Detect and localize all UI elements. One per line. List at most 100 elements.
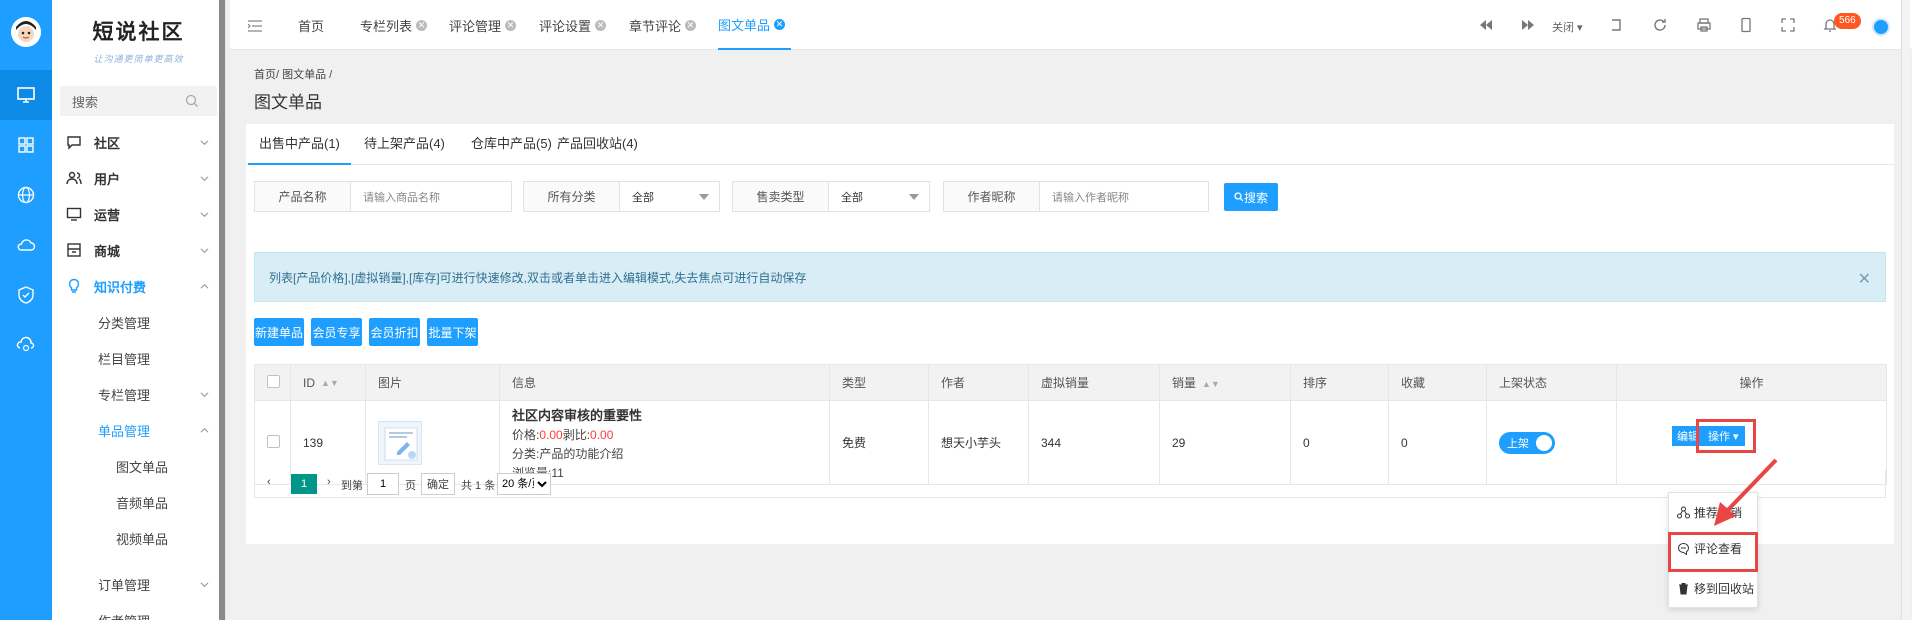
sidebar-search[interactable]: 搜索: [60, 86, 217, 116]
product-table: ID ▲▼ 图片 信息 类型 作者 虚拟销量 销量 ▲▼ 排序 收藏 上架状态 操作: [254, 364, 1887, 485]
product-category: 分类:产品的功能介绍: [512, 446, 624, 461]
menu-item-recycle[interactable]: 移到回收站: [1677, 577, 1754, 599]
tab-recycle[interactable]: 产品回收站(4): [546, 124, 649, 165]
close-icon[interactable]: ✕: [1858, 269, 1871, 289]
fullscreen-icon[interactable]: [1780, 17, 1796, 33]
screen-icon: [66, 207, 82, 221]
tab-home[interactable]: 首页: [298, 0, 324, 50]
product-title[interactable]: 社区内容审核的重要性: [512, 405, 829, 424]
user-avatar[interactable]: [11, 17, 41, 47]
batch-off-button[interactable]: 批量下架: [427, 318, 478, 346]
mobile-icon[interactable]: [1738, 17, 1754, 33]
page-unit: 页: [405, 480, 416, 492]
close-icon[interactable]: ✕: [595, 19, 607, 31]
col-id[interactable]: ID ▲▼: [290, 364, 366, 401]
author-input[interactable]: 请输入作者昵称: [1040, 182, 1208, 211]
sidebar-item-image-text-single[interactable]: 图文单品: [52, 448, 225, 484]
share-value: 0.00: [590, 427, 614, 442]
goto-confirm-button[interactable]: 确定: [421, 473, 455, 495]
logo-title: 短说社区: [92, 18, 185, 44]
sidebar-item-knowledge-pay[interactable]: 知识付费: [52, 268, 225, 304]
close-icon[interactable]: ✕: [416, 19, 428, 31]
highlight-box: [1668, 532, 1758, 572]
icon-rail: [0, 0, 52, 620]
page-current[interactable]: 1: [291, 474, 317, 494]
col-favorites: 收藏: [1388, 364, 1487, 401]
topbar: 首页 专栏列表 ✕ 评论管理 ✕ 评论设置 ✕ 章节评论 ✕ 图文单品 ✕ 关闭 ▾ 56…: [230, 0, 1912, 50]
tab-label: 评论设置: [539, 18, 592, 34]
filter-label: 作者昵称: [944, 182, 1040, 211]
sidebar-item-label: 专栏管理: [98, 387, 151, 403]
sidebar-item-label: 单品管理: [98, 423, 151, 439]
search-button[interactable]: 搜索: [1224, 183, 1278, 211]
sidebar-scrollbar[interactable]: [219, 0, 225, 620]
sidebar-item-video-single[interactable]: 视频单品: [52, 520, 225, 556]
product-thumbnail[interactable]: [378, 420, 422, 465]
close-icon[interactable]: ✕: [505, 19, 517, 31]
tab-pending[interactable]: 待上架产品(4): [353, 124, 456, 165]
grid-icon[interactable]: [0, 120, 52, 170]
cloud-sync-icon[interactable]: [0, 320, 52, 370]
globe-icon[interactable]: [0, 170, 52, 220]
sort-icon[interactable]: ▲▼: [321, 378, 339, 388]
refresh-icon[interactable]: [1652, 17, 1668, 33]
shield-icon[interactable]: [0, 270, 52, 320]
top-avatar[interactable]: [1872, 18, 1890, 36]
sidebar-item-users[interactable]: 用户: [52, 160, 225, 196]
tab-column-list[interactable]: 专栏列表 ✕: [360, 0, 428, 50]
sidebar-item-audio-single[interactable]: 音频单品: [52, 484, 225, 520]
sidebar-item-order-manage[interactable]: 订单管理: [52, 566, 225, 602]
cloud-icon[interactable]: [0, 220, 52, 270]
notification-badge: 566: [1834, 13, 1861, 29]
product-name-input[interactable]: 请输入商品名称: [351, 182, 511, 211]
exit-icon[interactable]: [1608, 17, 1624, 33]
sidebar-item-special-manage[interactable]: 专栏管理: [52, 376, 225, 412]
fast-forward-icon[interactable]: [1520, 17, 1536, 33]
member-discount-button[interactable]: 会员折扣: [369, 318, 420, 346]
monitor-icon[interactable]: [0, 70, 52, 120]
sort-icon[interactable]: ▲▼: [1202, 379, 1220, 389]
sidebar-item-category-manage[interactable]: 分类管理: [52, 304, 225, 340]
close-menu[interactable]: 关闭 ▾: [1552, 19, 1583, 35]
goto-page-input[interactable]: [367, 473, 399, 495]
status-toggle[interactable]: 上架: [1499, 431, 1555, 454]
next-page-icon[interactable]: ›: [327, 476, 331, 488]
main-content: 首页/ 图文单品 / 图文单品 出售中产品(1) 待上架产品(4) 仓库中产品(…: [230, 50, 1902, 620]
select-all-checkbox[interactable]: [267, 374, 280, 388]
member-only-button[interactable]: 会员专享: [311, 318, 362, 346]
col-sales[interactable]: 销量 ▲▼: [1159, 364, 1291, 401]
price-label: 价格:: [512, 427, 540, 442]
sidebar-item-column-manage[interactable]: 栏目管理: [52, 340, 225, 376]
prev-page-icon[interactable]: ‹: [267, 476, 271, 488]
new-single-button[interactable]: 新建单品: [254, 318, 304, 346]
price-value[interactable]: 0.00: [539, 428, 562, 442]
rewind-icon[interactable]: [1478, 17, 1494, 33]
main-scrollbar[interactable]: [1901, 0, 1910, 620]
tab-on-sale[interactable]: 出售中产品(1): [248, 124, 351, 165]
share-label: 剥比:: [562, 427, 591, 442]
sale-type-select[interactable]: 全部: [829, 182, 929, 211]
sidebar-item-mall[interactable]: 商城: [52, 232, 225, 268]
collapse-menu-icon[interactable]: [248, 20, 262, 32]
tab-comment-manage[interactable]: 评论管理 ✕: [449, 0, 517, 50]
close-icon[interactable]: ✕: [774, 18, 786, 30]
sidebar-item-label: 图文单品: [116, 459, 169, 475]
sidebar-item-single-manage[interactable]: 单品管理: [52, 412, 225, 448]
tab-comment-settings[interactable]: 评论设置 ✕: [539, 0, 607, 50]
col-image: 图片: [365, 364, 500, 401]
sidebar-item-author-manage[interactable]: 作者管理: [52, 602, 225, 620]
tab-image-text-single[interactable]: 图文单品 ✕: [718, 0, 792, 50]
category-select[interactable]: 全部: [620, 182, 719, 211]
row-checkbox[interactable]: [267, 434, 280, 448]
toggle-knob: [1536, 434, 1552, 451]
chevron-down-icon: [200, 248, 209, 254]
total-count: 共 1 条: [461, 480, 496, 492]
content-card: 出售中产品(1) 待上架产品(4) 仓库中产品(5) 产品回收站(4) 产品名称…: [246, 124, 1894, 544]
tab-chapter-comments[interactable]: 章节评论 ✕: [629, 0, 697, 50]
sidebar-item-operations[interactable]: 运营: [52, 196, 225, 232]
close-icon[interactable]: ✕: [685, 19, 697, 31]
sidebar-item-community[interactable]: 社区: [52, 124, 225, 160]
print-icon[interactable]: [1696, 17, 1712, 33]
thumbnail-image: [384, 427, 418, 460]
per-page-select[interactable]: 20 条/页: [497, 473, 551, 495]
